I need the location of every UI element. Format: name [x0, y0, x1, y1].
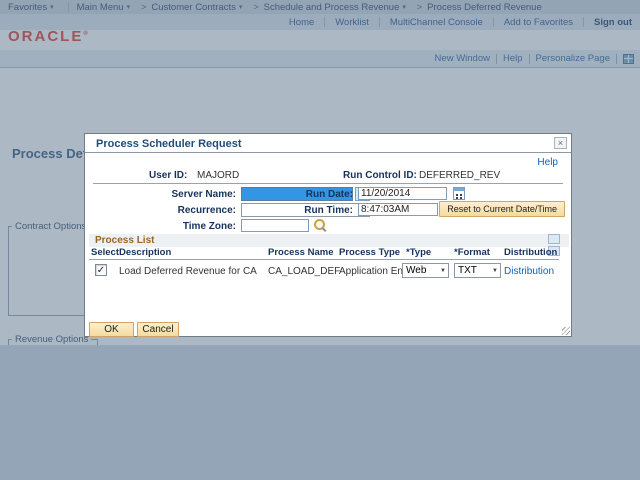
server-name-label: Server Name: [171, 189, 236, 200]
process-list-title: Process List [95, 235, 155, 246]
format-select-value: TXT [458, 265, 477, 276]
table-header-divider [89, 259, 559, 260]
run-date-input[interactable] [358, 187, 447, 200]
distribution-link[interactable]: Distribution [504, 266, 554, 277]
check-icon: ✓ [96, 265, 106, 276]
reset-datetime-button[interactable]: Reset to Current Date/Time [439, 201, 565, 217]
dialog-help-link[interactable]: Help [537, 157, 558, 168]
process-list-header-strip: Process List [89, 234, 569, 247]
application-window: Favorites ▾ Main Menu ▾ > Customer Contr… [0, 0, 640, 480]
column-header-process-name: Process Name [268, 247, 334, 258]
dialog-titlebar[interactable]: Process Scheduler Request × [85, 134, 571, 153]
cell-description: Load Deferred Revenue for CA [119, 266, 257, 277]
time-zone-label: Time Zone: [182, 221, 236, 232]
run-time-label: Run Time: [304, 205, 353, 216]
recurrence-label: Recurrence: [177, 205, 236, 216]
column-header-process-type: Process Type [339, 247, 401, 258]
user-id-value: MAJORD [197, 170, 240, 181]
dialog-title: Process Scheduler Request [96, 138, 242, 150]
ok-button[interactable]: OK [89, 322, 134, 337]
select-checkbox[interactable]: ✓ [95, 264, 107, 276]
format-select[interactable]: TXT ▼ [454, 263, 501, 278]
user-id-label: User ID: [149, 170, 188, 181]
dialog-resize-handle[interactable] [562, 327, 570, 335]
column-header-format: *Format [454, 247, 490, 258]
divider [93, 183, 563, 184]
column-header-select: Select [91, 247, 119, 258]
calendar-icon[interactable] [453, 187, 465, 200]
time-zone-input[interactable] [241, 219, 309, 232]
dropdown-arrow-icon: ▼ [492, 267, 498, 274]
close-icon[interactable]: × [554, 137, 567, 149]
grid-zoom-icon[interactable] [548, 234, 560, 244]
cancel-button[interactable]: Cancel [137, 322, 179, 337]
type-select[interactable]: Web ▼ [402, 263, 449, 278]
run-time-input[interactable] [358, 203, 438, 216]
type-select-value: Web [406, 265, 427, 276]
dropdown-arrow-icon: ▼ [440, 267, 446, 274]
lookup-magnifier-icon[interactable] [313, 218, 327, 232]
cell-process-name: CA_LOAD_DEF [268, 266, 341, 277]
dialog-run-control-value: DEFERRED_REV [419, 170, 501, 181]
process-scheduler-request-dialog: Process Scheduler Request × Help User ID… [84, 133, 572, 337]
column-header-distribution: Distribution [504, 247, 558, 258]
dialog-run-control-label: Run Control ID: [343, 170, 417, 181]
column-header-type: *Type [406, 247, 432, 258]
run-date-label: Run Date: [305, 189, 353, 200]
column-header-description: Description [119, 247, 172, 258]
